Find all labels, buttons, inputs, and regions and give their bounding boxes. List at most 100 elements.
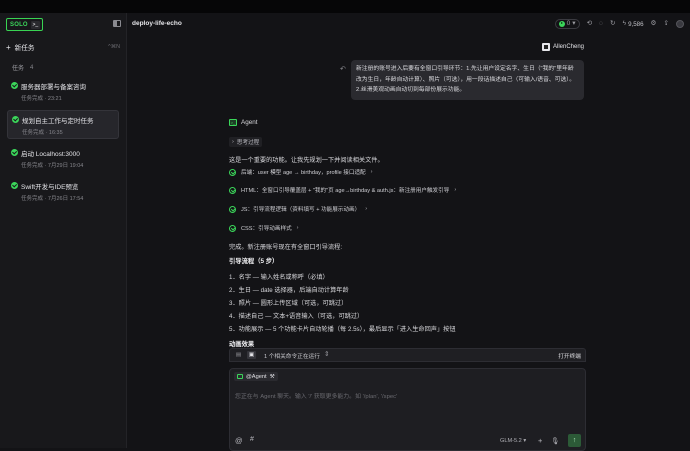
task-item[interactable]: 启动 Localhost:3000 任务完成 · 7月29日 19:04 [7,144,119,173]
user-message: 新注册的账号进入后要有全窗口引导环节：1.先让用户设定名字、生日（"我的"里年龄… [351,60,584,100]
list-item: 1．名字 — 输入姓名或称呼（必填） [229,274,329,281]
list-item: 5．功能展示 — 5 个功能卡片自动轮播（每 2.5s），最后显示「进入生命回声… [229,326,456,333]
task-title: 服务器部署与备案咨询 [21,84,86,91]
run-status-button[interactable]: 0 ▾ [554,19,580,29]
code-box-icon: >_ [30,20,40,29]
chevron-right-icon: › [454,187,457,193]
flow-heading: 引导流程（5 步） [229,258,279,265]
list-item: 2．生日 — date 选择器，后端自动计算年龄 [229,287,349,294]
add-icon[interactable]: + [538,436,542,445]
chevron-down-icon: ▾ [572,19,576,27]
header-actions: 0 ▾ ⟲ ◌ ↻ ϟ 9,586 ⚙ ⇪ [554,18,684,30]
task-title: 启动 Localhost:3000 [21,151,80,158]
check-circle-icon [229,224,236,232]
open-terminal-button[interactable]: 打开终端 [558,351,581,360]
sidebar: SOLO >_ + 新任务 ^⌘N 任务 4 服务器部署与备案咨询 任务完成 ·… [0,13,127,448]
run-status-text: 1 个相关命令正在运行 [264,353,320,360]
step-text: JS：引导流程逻辑（资料填写 + 功能展示动画） [241,207,361,213]
plus-icon: + [6,42,11,52]
app-logo[interactable]: SOLO >_ [6,18,43,31]
completion-text: 完成。新注册账号现在有全窗口引导流程: [229,244,343,251]
todo-step[interactable]: 后端：user 模型 age → birthday，profile 接口适配 › [229,168,373,176]
at-mention-icon[interactable]: @ [235,436,243,445]
send-button[interactable]: ↑ [568,434,581,447]
task-item[interactable]: 服务器部署与备案咨询 任务完成 · 23:21 [7,77,119,106]
new-task-button[interactable]: + 新任务 ^⌘N [6,41,120,53]
tools-icon: ⚒ [269,373,275,380]
check-circle-icon [11,149,18,156]
list-view-icon[interactable]: ▤ [234,351,243,359]
step-text: 后端：user 模型 age → birthday，profile 接口适配 [241,170,366,176]
check-circle-icon [229,186,236,194]
sidebar-toggle-icon[interactable] [113,20,121,27]
task-title: 规划自主工作与定时任务 [22,118,94,125]
agent-icon: >_ [229,119,237,126]
chat-composer: @Agent ⚒ 您正在与 Agent 聊天。输入 '/' 获取更多能力。如 '… [229,368,586,451]
model-name: GLM-5.2 [500,438,522,444]
new-task-shortcut: ^⌘N [108,44,120,50]
terminal-icon[interactable]: ▣ [247,351,256,359]
chat-icon[interactable]: ◌ [599,20,603,28]
check-circle-icon [229,205,236,213]
agent-icon [237,374,243,379]
top-header: deploy-life-echo 0 ▾ ⟲ ◌ ↻ ϟ 9,586 ⚙ ⇪ [127,13,690,35]
agent-intro: 这是一个重要的功能。让我先规划一下并阅读相关文件。 [229,157,384,164]
tasks-heading: 任务 4 [12,63,34,73]
todo-step[interactable]: CSS：引导动画样式 › [229,224,299,232]
credits-display[interactable]: ϟ 9,586 [622,19,644,28]
logo-text: SOLO [10,21,28,28]
run-count: 0 [566,19,571,27]
check-circle-icon [229,168,236,176]
new-task-label: 新任务 [14,45,35,52]
task-item[interactable]: Swift开发与IDE预览 任务完成 · 7月26日 17:54 [7,177,119,206]
list-item: 3．照片 — 圆形上传区域（可选，可跳过） [229,300,348,307]
message-input[interactable]: 您正在与 Agent 聊天。输入 '/' 获取更多能力。如 '/plan', '… [235,391,397,400]
agent-name: Agent [241,119,258,126]
todo-step[interactable]: HTML：全窗口引导覆盖层 + "我的"页 age→birthday & aut… [229,186,456,194]
anim-heading: 动画效果 [229,341,255,348]
mention-label: @Agent [246,373,267,380]
user-header: AllenCheng [542,43,584,51]
terminal-status-bar: ▤ ▣ 1 个相关命令正在运行 ⇕ 打开终端 [229,348,586,362]
play-icon [558,21,565,27]
task-meta: 任务完成 · 7月29日 19:04 [21,163,84,169]
avatar[interactable] [676,20,684,28]
tasks-count: 4 [30,64,34,71]
hash-icon[interactable]: # [250,436,254,443]
history-icon[interactable]: ⟲ [587,20,593,28]
chevron-right-icon: › [365,206,368,212]
thinking-toggle[interactable]: › 思考过程 [229,137,263,147]
project-name[interactable]: deploy-life-echo [132,20,182,27]
todo-step[interactable]: JS：引导流程逻辑（资料填写 + 功能展示动画） › [229,205,367,213]
credits-value: 9,586 [628,20,644,28]
chevron-right-icon: › [370,169,373,175]
check-circle-icon [11,82,18,89]
chevron-updown-icon[interactable]: ⇕ [324,351,330,359]
agent-header: >_ Agent [229,119,257,126]
mic-icon[interactable]: 🎙 [551,437,559,445]
bolt-icon: ϟ [622,19,627,27]
agent-mention-chip[interactable]: @Agent ⚒ [234,372,278,381]
user-avatar-icon [542,43,550,51]
step-text: CSS：引导动画样式 [241,226,292,232]
share-icon[interactable]: ⇪ [663,20,669,28]
check-circle-icon [11,182,18,189]
task-meta: 任务完成 · 16:35 [22,130,63,136]
chevron-right-icon: › [296,225,299,231]
list-item: 4．描述自己 — 文本+语音输入（可选，可跳过） [229,313,364,320]
app-window: SOLO >_ + 新任务 ^⌘N 任务 4 服务器部署与备案咨询 任务完成 ·… [0,13,690,451]
user-name: AllenCheng [553,44,585,50]
gear-icon[interactable]: ⚙ [651,20,657,28]
refresh-icon[interactable]: ↻ [610,20,616,28]
task-title: Swift开发与IDE预览 [21,184,79,191]
thinking-label: 思考过程 [236,140,260,146]
task-item-active[interactable]: 规划自主工作与定时任务 任务完成 · 16:35 [7,110,119,139]
check-circle-icon [12,116,19,123]
tasks-heading-label: 任务 [12,66,25,72]
window-top-strip [0,0,690,13]
task-meta: 任务完成 · 23:21 [21,96,62,102]
task-meta: 任务完成 · 7月26日 17:54 [21,196,84,202]
model-selector[interactable]: GLM-5.2 ▾ [500,438,526,444]
chevron-right-icon: › [232,139,234,145]
undo-icon[interactable]: ↶ [340,65,346,73]
